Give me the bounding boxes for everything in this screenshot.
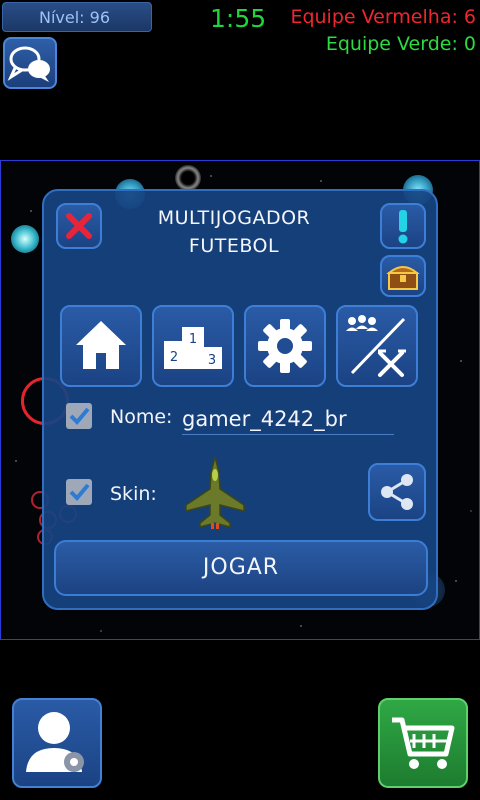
treasure-chest-button[interactable] bbox=[380, 255, 426, 297]
red-team-score: Equipe Vermelha: 6 bbox=[290, 6, 476, 28]
user-settings-icon bbox=[26, 712, 84, 772]
settings-button[interactable] bbox=[244, 305, 326, 387]
shop-button[interactable] bbox=[378, 698, 468, 788]
match-timer: 1:55 bbox=[210, 4, 267, 33]
podium-icon: 1 2 3 bbox=[164, 327, 222, 369]
team-swords-icon bbox=[346, 315, 406, 377]
checkmark-icon bbox=[69, 407, 90, 425]
jet-plane-icon bbox=[185, 456, 245, 529]
leaderboard-button[interactable]: 1 2 3 bbox=[152, 305, 234, 387]
panel-title-line1: MULTIJOGADOR bbox=[157, 207, 311, 229]
level-bar: Nível: 96 bbox=[2, 2, 152, 32]
share-icon bbox=[381, 474, 413, 510]
skin-checkbox[interactable] bbox=[66, 479, 92, 505]
game-mode-button[interactable] bbox=[336, 305, 418, 387]
svg-text:2: 2 bbox=[170, 350, 178, 365]
alert-button[interactable] bbox=[380, 203, 426, 249]
play-button[interactable]: JOGAR bbox=[54, 540, 428, 596]
multiplayer-panel: MULTIJOGADOR FUTEBOL 1 2 3 Nome: gamer_4… bbox=[42, 189, 438, 610]
exclamation-icon bbox=[398, 210, 408, 244]
profile-button[interactable] bbox=[12, 698, 102, 788]
home-icon bbox=[76, 321, 126, 369]
svg-text:3: 3 bbox=[208, 353, 216, 368]
panel-title-line2: FUTEBOL bbox=[188, 235, 280, 257]
checkmark-icon bbox=[69, 483, 90, 501]
chat-bubbles-icon bbox=[7, 46, 50, 82]
level-label: Nível: 96 bbox=[39, 8, 111, 27]
svg-text:1: 1 bbox=[189, 332, 197, 347]
close-button[interactable] bbox=[56, 203, 102, 249]
home-button[interactable] bbox=[60, 305, 142, 387]
name-label: Nome: bbox=[110, 406, 173, 428]
name-input[interactable] bbox=[182, 403, 394, 435]
space-orb bbox=[11, 225, 39, 253]
skin-label: Skin: bbox=[110, 483, 157, 505]
share-button[interactable] bbox=[368, 463, 426, 521]
close-x-icon bbox=[66, 213, 92, 239]
treasure-chest-icon bbox=[386, 266, 420, 290]
shopping-cart-icon bbox=[392, 717, 455, 769]
chat-button[interactable] bbox=[3, 37, 57, 89]
name-checkbox[interactable] bbox=[66, 403, 92, 429]
green-team-score: Equipe Verde: 0 bbox=[325, 33, 476, 55]
gear-icon bbox=[258, 319, 312, 373]
skin-preview[interactable] bbox=[180, 453, 250, 531]
black-hole bbox=[175, 165, 201, 191]
